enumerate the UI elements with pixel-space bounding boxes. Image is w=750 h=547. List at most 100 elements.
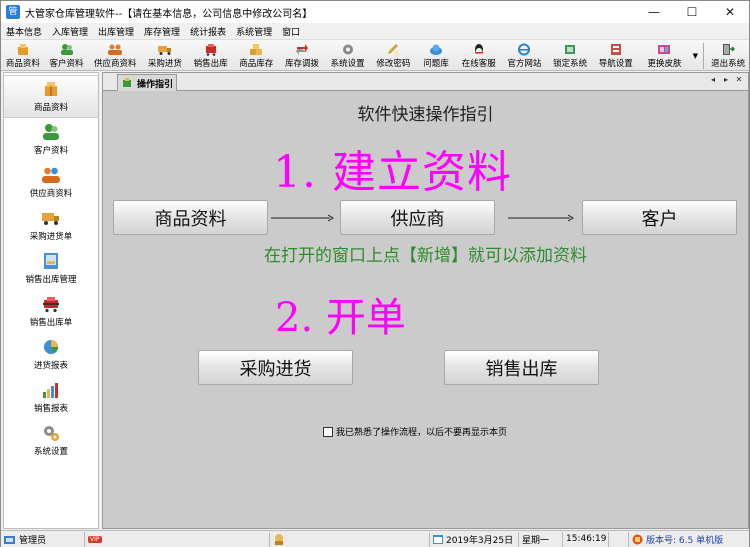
left-nav-panel: 商品资料 客户资料 供应商资料 采购进货单 销售出库管理 销售出库单 进货报表 (3, 72, 99, 529)
toolbar-password-button[interactable]: 修改密码 (370, 40, 416, 72)
qq-icon (474, 44, 483, 54)
version-icon (632, 534, 643, 544)
toolbar-label: 导航设置 (598, 59, 633, 69)
pencil-icon (388, 44, 400, 55)
customer-button[interactable]: 客户 (582, 200, 737, 235)
toolbar-nav-settings-button[interactable]: 导航设置 (593, 40, 639, 72)
toolbar-transfer-button[interactable]: 库存调拨 (279, 40, 325, 72)
ie-icon (518, 43, 531, 56)
nav-item-sales-report[interactable]: 销售报表 (4, 376, 98, 419)
toolbar: 商品资料 客户资料 供应商资料 采购进货 销售出库 商品库存 库存调拨 系统设置… (1, 39, 749, 71)
toolbar-label: 系统设置 (330, 59, 365, 69)
nav-label: 系统设置 (33, 447, 68, 457)
toolbar-products-button[interactable]: 商品资料 (1, 40, 45, 72)
products-button[interactable]: 商品资料 (113, 200, 268, 235)
nav-item-sales-order[interactable]: 销售出库单 (4, 290, 98, 333)
step-2-heading: 2. 开单 (275, 295, 406, 341)
vip-badge: VIP (88, 535, 102, 543)
guide-icon (123, 78, 131, 87)
close-button[interactable]: ✕ (711, 1, 749, 23)
nav-item-purchase-report[interactable]: 进货报表 (4, 333, 98, 376)
toolbar-skin-dropdown[interactable]: ▼ (690, 40, 700, 72)
tab-strip: 操作指引 ◂ ▸ ✕ (103, 73, 748, 91)
nav-item-system-settings[interactable]: 系统设置 (4, 419, 98, 462)
toolbar-customers-button[interactable]: 客户资料 (45, 40, 89, 72)
status-date-text: 2019年3月25日 (446, 535, 514, 546)
status-time-text: 15:46:19 (566, 534, 607, 544)
toolbar-sales-button[interactable]: 销售出库 (188, 40, 234, 72)
arrow-right-icon (271, 214, 334, 222)
tab-prev-icon[interactable]: ◂ (708, 75, 718, 84)
customers-icon (43, 124, 59, 140)
toolbar-label: 锁定系统 (553, 59, 588, 69)
tab-close-icon[interactable]: ✕ (734, 75, 744, 84)
toolbar-label: 退出系统 (711, 59, 746, 69)
toolbar-faq-button[interactable]: 问题库 (416, 40, 456, 72)
chevron-down-icon: ▼ (692, 52, 698, 60)
nav-item-sales-management[interactable]: 销售出库管理 (4, 247, 98, 290)
suppliers-icon (42, 167, 60, 183)
avatar-icon (275, 534, 283, 545)
dont-show-again-row[interactable]: 我已熟悉了操作流程，以后不要再显示本页 (323, 425, 507, 438)
status-cell-gap (609, 531, 629, 547)
status-time: 15:46:19 (563, 531, 609, 547)
sales-outbound-button[interactable]: 销售出库 (444, 350, 599, 385)
status-cell-blank (270, 531, 430, 547)
minimize-button[interactable]: — (635, 1, 673, 23)
toolbar-label: 修改密码 (376, 59, 411, 69)
toolbar-lock-button[interactable]: 锁定系统 (547, 40, 593, 72)
supplier-button[interactable]: 供应商 (340, 200, 495, 235)
menu-system[interactable]: 系统管理 (231, 25, 277, 38)
toolbar-exit-button[interactable]: 退出系统 (707, 40, 749, 72)
stock-icon (250, 44, 263, 55)
menu-inbound[interactable]: 入库管理 (47, 25, 93, 38)
menu-reports[interactable]: 统计报表 (185, 25, 231, 38)
add-hint-text: 在打开的窗口上点【新增】就可以添加资料 (264, 246, 587, 266)
nav-label: 销售报表 (33, 404, 68, 414)
tab-controls: ◂ ▸ ✕ (708, 75, 744, 84)
toolbar-suppliers-button[interactable]: 供应商资料 (88, 40, 142, 72)
nav-label: 客户资料 (33, 146, 68, 156)
toolbar-website-button[interactable]: 官方网站 (502, 40, 548, 72)
menu-inventory[interactable]: 库存管理 (139, 25, 185, 38)
toolbar-skin-button[interactable]: 更换皮肤 (639, 40, 691, 72)
bar-chart-icon (43, 383, 58, 398)
status-weekday-text: 星期一 (522, 535, 550, 546)
products-icon (17, 44, 28, 55)
nav-item-products[interactable]: 商品资料 (4, 75, 98, 118)
toolbar-purchase-button[interactable]: 采购进货 (142, 40, 188, 72)
menu-basic-info[interactable]: 基本信息 (1, 25, 47, 38)
status-version: 版本号: 6.5 单机版 (629, 532, 747, 547)
toolbar-support-button[interactable]: 在线客服 (456, 40, 502, 72)
maximize-button[interactable]: ☐ (673, 1, 711, 23)
toolbar-stock-button[interactable]: 商品库存 (233, 40, 279, 72)
menu-outbound[interactable]: 出库管理 (93, 25, 139, 38)
nav-item-customers[interactable]: 客户资料 (4, 118, 98, 161)
dont-show-again-label: 我已熟悉了操作流程，以后不要再显示本页 (336, 428, 508, 438)
products-icon (45, 82, 57, 96)
status-user-name: 管理员 (19, 535, 47, 546)
toolbar-label: 客户资料 (49, 59, 84, 69)
toolbar-separator (703, 43, 705, 69)
nav-item-suppliers[interactable]: 供应商资料 (4, 161, 98, 204)
cloud-icon (430, 44, 443, 55)
toolbar-label: 商品库存 (239, 59, 274, 69)
dont-show-again-checkbox[interactable] (323, 426, 333, 437)
customers-icon (60, 44, 73, 55)
status-bar: 管理员 VIP 2019年3月25日 星期一 15:46:19 版本号: 6.5… (1, 530, 749, 547)
nav-item-purchase-order[interactable]: 采购进货单 (4, 204, 98, 247)
title-bar[interactable]: 管 大管家仓库管理软件--【请在基本信息，公司信息中修改公司名】 — ☐ ✕ (1, 1, 749, 23)
tab-operation-guide[interactable]: 操作指引 (117, 74, 177, 91)
menu-window[interactable]: 窗口 (277, 25, 305, 38)
tab-next-icon[interactable]: ▸ (721, 75, 731, 84)
transfer-icon (295, 44, 308, 55)
settings-icon (44, 426, 59, 441)
calendar-icon (433, 535, 443, 544)
status-version-text: 版本号: 6.5 单机版 (646, 535, 724, 546)
toolbar-label: 官方网站 (507, 59, 542, 69)
app-icon: 管 (6, 5, 20, 19)
nav-label: 销售出库单 (29, 318, 73, 328)
toolbar-label: 库存调拨 (284, 59, 319, 69)
purchase-button[interactable]: 采购进货 (198, 350, 353, 385)
toolbar-settings-button[interactable]: 系统设置 (325, 40, 371, 72)
